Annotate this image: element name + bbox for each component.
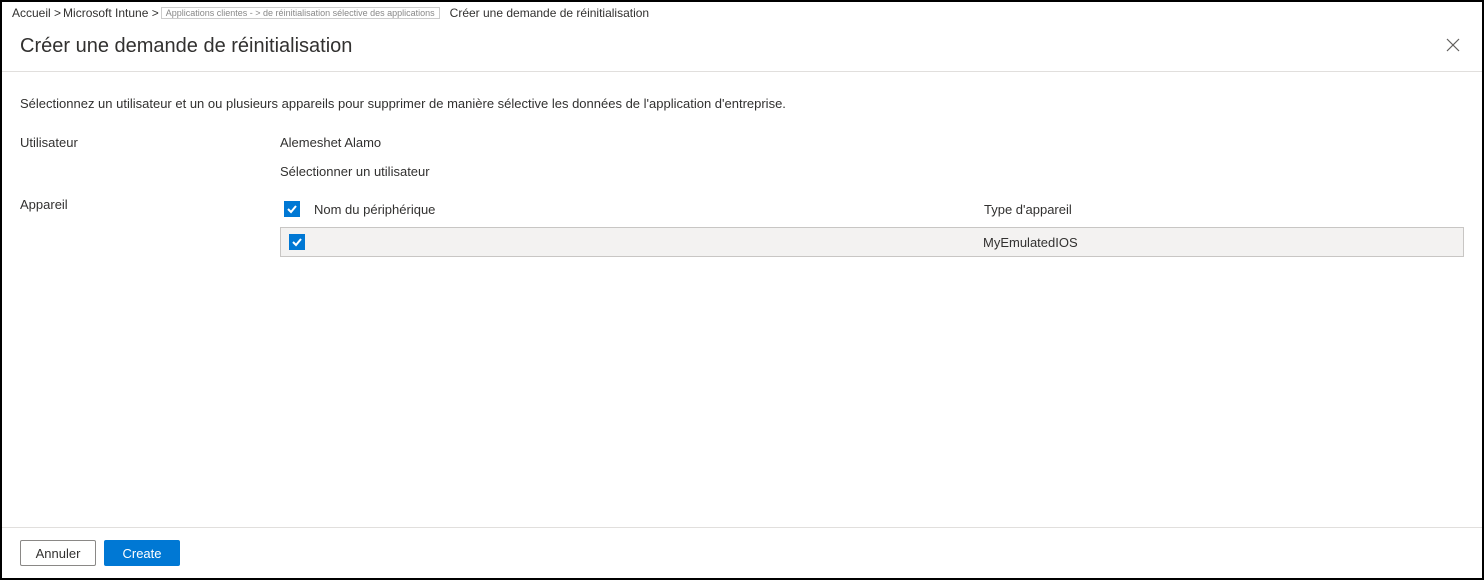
column-header-type[interactable]: Type d'appareil bbox=[984, 202, 1464, 217]
device-label: Appareil bbox=[20, 197, 280, 212]
user-label: Utilisateur bbox=[20, 135, 280, 150]
device-field: Appareil Nom du périphérique Type d'appa… bbox=[20, 197, 1464, 257]
page-title: Créer une demande de réinitialisation bbox=[20, 35, 352, 58]
create-button[interactable]: Create bbox=[104, 540, 180, 566]
cancel-button[interactable]: Annuler bbox=[20, 540, 96, 566]
content-area: Sélectionnez un utilisateur et un ou plu… bbox=[2, 72, 1482, 527]
breadcrumb-intune[interactable]: Microsoft Intune > bbox=[63, 6, 159, 20]
page-header: Créer une demande de réinitialisation bbox=[2, 23, 1482, 72]
breadcrumb: Accueil > Microsoft Intune > Application… bbox=[2, 2, 1482, 23]
close-button[interactable] bbox=[1442, 33, 1464, 59]
user-name: Alemeshet Alamo bbox=[280, 135, 1464, 150]
row-checkbox[interactable] bbox=[289, 234, 305, 250]
breadcrumb-current: Créer une demande de réinitialisation bbox=[450, 6, 649, 20]
device-table: Nom du périphérique Type d'appareil MyEm… bbox=[280, 197, 1464, 257]
description-text: Sélectionnez un utilisateur et un ou plu… bbox=[20, 96, 1464, 111]
breadcrumb-home[interactable]: Accueil > bbox=[12, 6, 61, 20]
close-icon bbox=[1446, 36, 1460, 56]
row-device-type: MyEmulatedIOS bbox=[983, 235, 1463, 250]
footer: Annuler Create bbox=[2, 527, 1482, 578]
breadcrumb-client-apps[interactable]: Applications clientes - > de réinitialis… bbox=[161, 7, 440, 19]
column-header-name[interactable]: Nom du périphérique bbox=[314, 202, 984, 217]
select-all-checkbox[interactable] bbox=[284, 201, 300, 217]
device-table-header: Nom du périphérique Type d'appareil bbox=[280, 197, 1464, 227]
table-row[interactable]: MyEmulatedIOS bbox=[280, 227, 1464, 257]
user-field: Utilisateur Alemeshet Alamo Sélectionner… bbox=[20, 135, 1464, 179]
select-user-link[interactable]: Sélectionner un utilisateur bbox=[280, 164, 1464, 179]
